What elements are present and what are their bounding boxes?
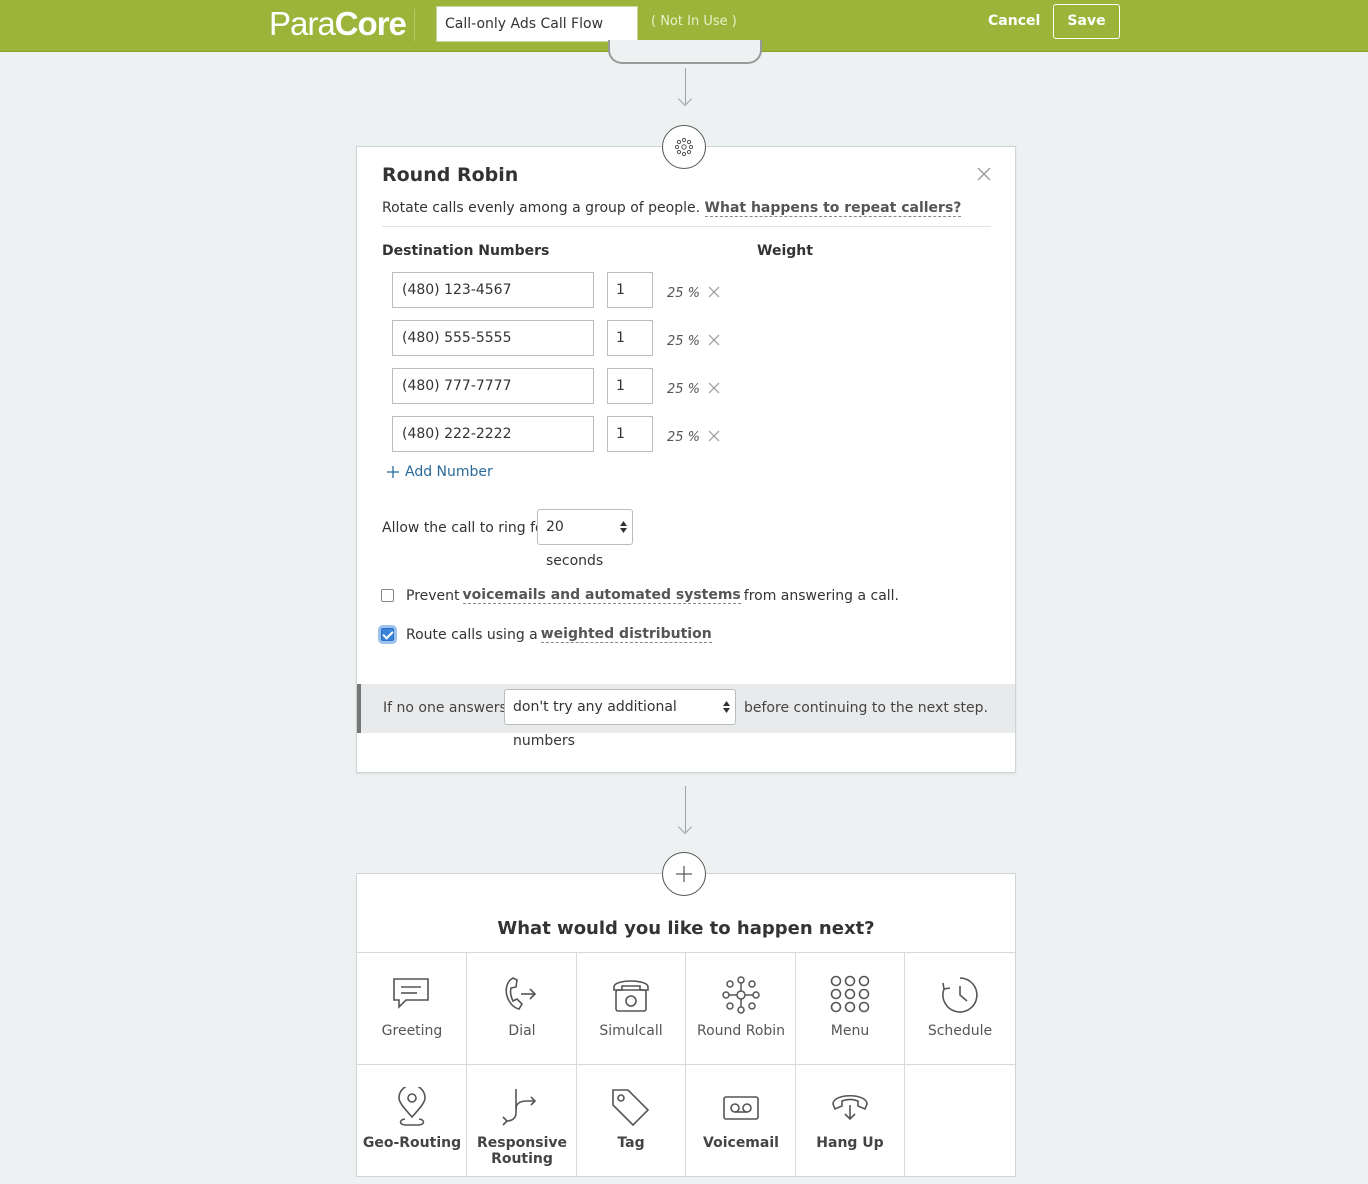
step-option-voicemail[interactable]: Voicemail (686, 1065, 796, 1177)
previous-step-node[interactable] (608, 40, 762, 64)
connector-arrow-icon (677, 819, 693, 835)
card-description: Rotate calls evenly among a group of peo… (382, 200, 962, 217)
menu-icon (830, 975, 870, 1013)
add-step-icon[interactable] (662, 852, 706, 896)
flow-status: ( Not In Use ) (651, 14, 737, 29)
no-answer-section: If no one answers, don't try any additio… (357, 684, 1015, 749)
flow-name-input[interactable]: Call-only Ads Call Flow (436, 6, 638, 42)
destination-number-input[interactable]: (480) 123-4567 (392, 272, 594, 308)
connector-arrow-icon (677, 91, 693, 107)
step-option-dial[interactable]: Dial (467, 953, 577, 1065)
prevent-voicemail-option: Prevent voicemails and automated systems… (381, 587, 899, 604)
voicemail-icon (723, 1096, 759, 1120)
weight-input[interactable]: 1 (607, 272, 653, 308)
step-option-tag[interactable]: Tag (576, 1065, 686, 1177)
weight-input[interactable]: 1 (607, 416, 653, 452)
header-divider (414, 9, 415, 41)
ring-duration-select[interactable]: 20 seconds (537, 509, 633, 569)
geo-routing-icon (398, 1087, 426, 1126)
greeting-icon (393, 978, 429, 1009)
destinations-header: Destination Numbers (382, 243, 550, 259)
save-button[interactable]: Save (1053, 4, 1120, 39)
dial-icon (505, 977, 537, 1010)
ring-duration-label: Allow the call to ring for (382, 520, 550, 536)
responsive-routing-icon (502, 1089, 537, 1126)
remove-destination-icon[interactable] (708, 331, 720, 346)
weight-input[interactable]: 1 (607, 368, 653, 404)
paracore-logo[interactable]: ParaCore (269, 5, 407, 43)
simulcall-icon (613, 980, 649, 1012)
weighted-distribution-checkbox[interactable] (381, 628, 394, 641)
round-robin-card: Round Robin Rotate calls evenly among a … (356, 146, 1016, 773)
step-option-simulcall[interactable]: Simulcall (576, 953, 686, 1065)
weight-input[interactable]: 1 (607, 320, 653, 356)
close-icon[interactable] (977, 166, 993, 182)
weight-percent: 25 % (667, 286, 701, 301)
weighted-distribution-option: Route calls using a weighted distributio… (381, 626, 715, 643)
hang-up-icon (832, 1094, 868, 1121)
schedule-icon (942, 977, 978, 1013)
cancel-button[interactable]: Cancel (988, 13, 1040, 29)
add-number-button[interactable]: Add Number (387, 464, 493, 480)
destination-row: (480) 222-2222 1 25 % (392, 416, 732, 452)
tag-icon (612, 1089, 650, 1127)
select-arrows-icon (723, 701, 730, 713)
voicemails-automated-link[interactable]: voicemails and automated systems (462, 587, 741, 604)
repeat-callers-link[interactable]: What happens to repeat callers? (704, 200, 962, 217)
remove-destination-icon[interactable] (708, 283, 720, 298)
plus-icon (387, 466, 399, 478)
destination-row: (480) 123-4567 1 25 % (392, 272, 732, 308)
weight-header: Weight (757, 243, 813, 259)
next-step-card: What would you like to happen next? Gree… (356, 873, 1016, 1177)
step-option-greeting[interactable]: Greeting (357, 953, 467, 1065)
destination-row: (480) 555-5555 1 25 % (392, 320, 732, 356)
destination-number-input[interactable]: (480) 555-5555 (392, 320, 594, 356)
select-arrows-icon (620, 521, 627, 533)
step-option-round-robin[interactable]: Round Robin (686, 953, 796, 1065)
empty-tile (905, 1065, 1015, 1177)
weighted-distribution-link[interactable]: weighted distribution (540, 626, 712, 643)
round-robin-icon (722, 976, 760, 1014)
remove-destination-icon[interactable] (708, 379, 720, 394)
destination-row: (480) 777-7777 1 25 % (392, 368, 732, 404)
no-answer-select[interactable]: don't try any additional numbers (504, 689, 736, 749)
destination-number-input[interactable]: (480) 222-2222 (392, 416, 594, 452)
step-option-geo-routing[interactable]: Geo-Routing (357, 1065, 467, 1177)
next-step-title: What would you like to happen next? (497, 918, 875, 939)
destination-number-input[interactable]: (480) 777-7777 (392, 368, 594, 404)
round-robin-node-icon (662, 125, 706, 169)
divider (382, 226, 991, 227)
remove-destination-icon[interactable] (708, 427, 720, 442)
step-option-schedule[interactable]: Schedule (905, 953, 1015, 1065)
card-title: Round Robin (382, 164, 519, 186)
weight-percent: 25 % (667, 382, 701, 397)
step-option-menu[interactable]: Menu (795, 953, 905, 1065)
step-option-responsive-routing[interactable]: Responsive Routing (467, 1065, 577, 1177)
weight-percent: 25 % (667, 430, 701, 445)
step-options-grid: Greeting Dial Simulcall Round Robin Menu… (357, 952, 1015, 1177)
step-option-hang-up[interactable]: Hang Up (795, 1065, 905, 1177)
prevent-voicemail-checkbox[interactable] (381, 589, 394, 602)
weight-percent: 25 % (667, 334, 701, 349)
